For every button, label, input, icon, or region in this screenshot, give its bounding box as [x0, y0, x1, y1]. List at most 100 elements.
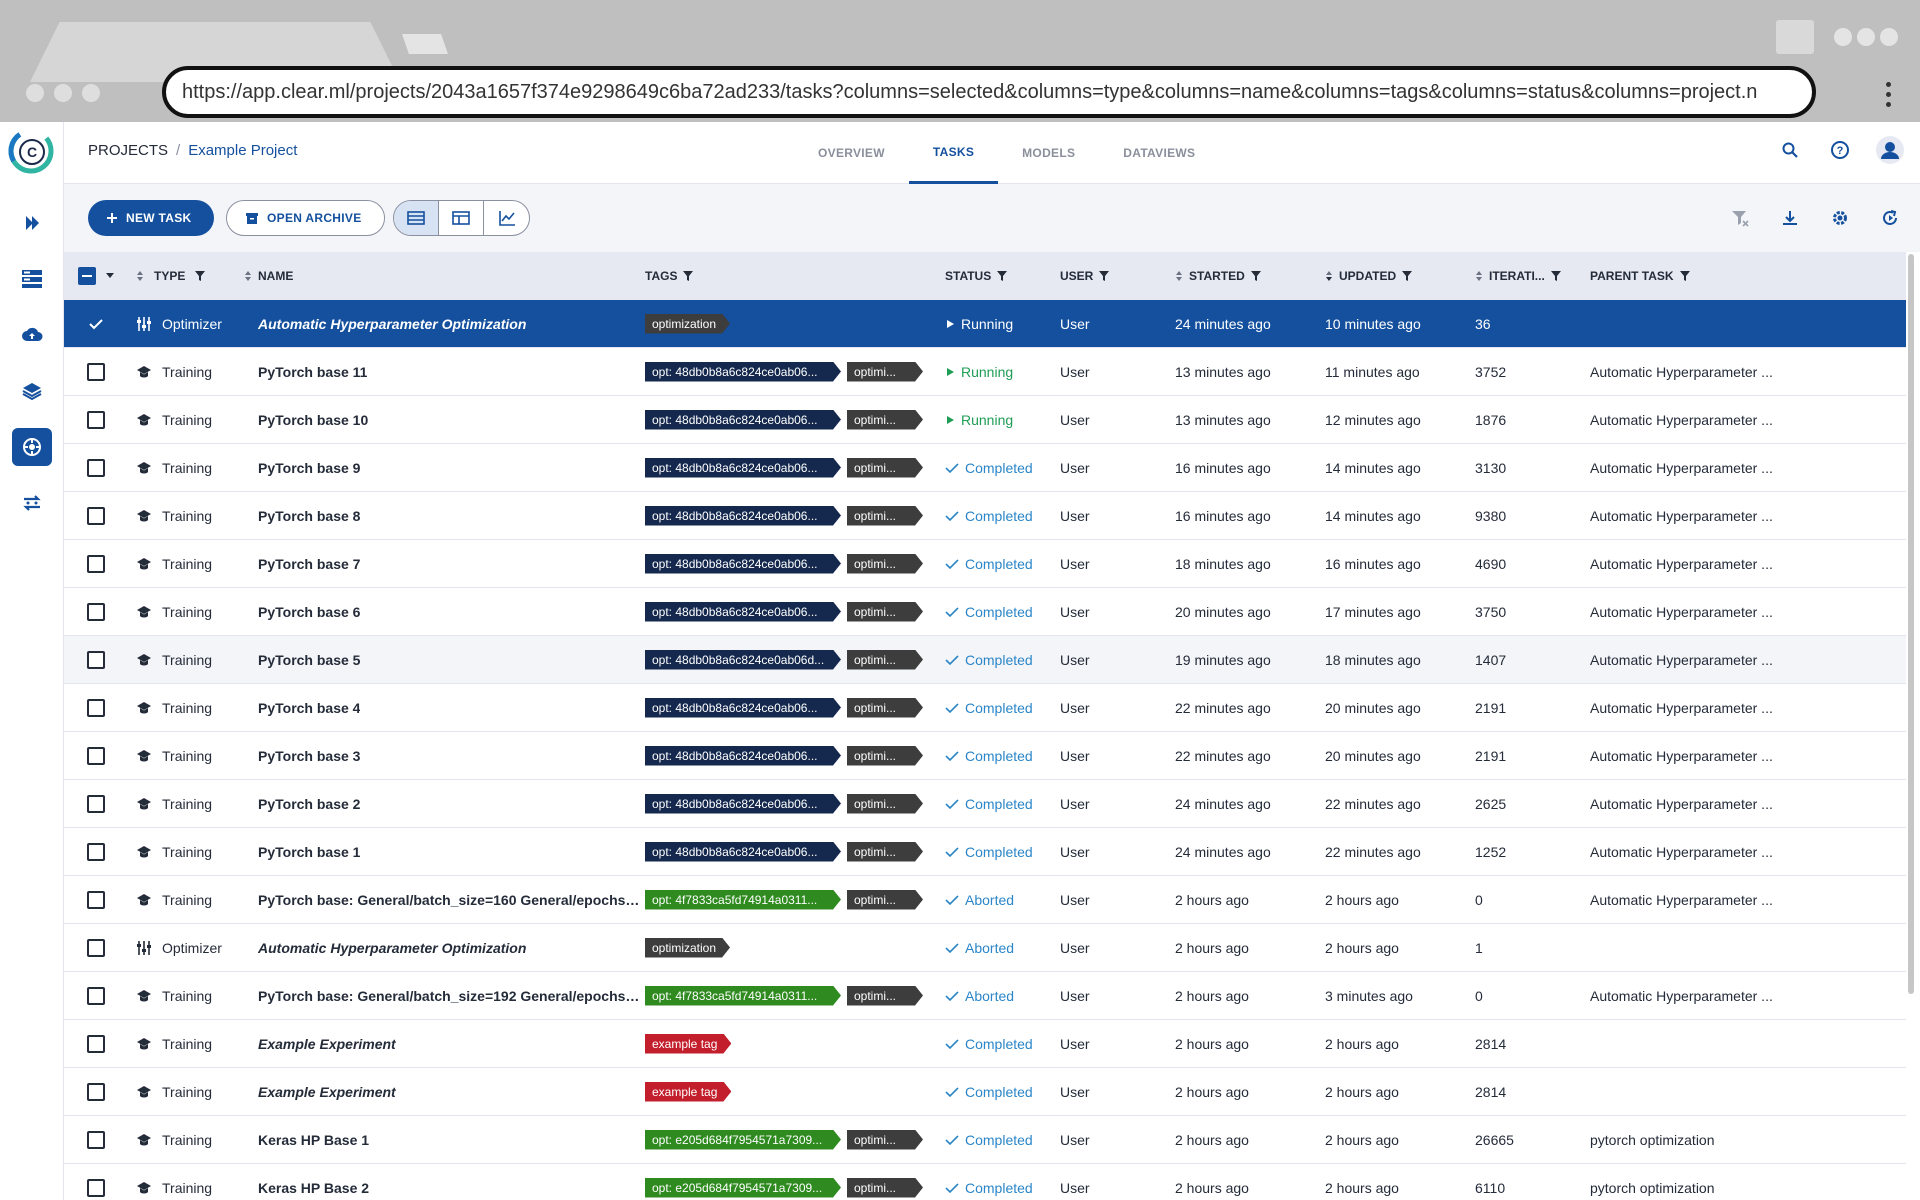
task-name[interactable]: PyTorch base: General/batch_size=192 Gen… [258, 988, 645, 1004]
tag-chip[interactable]: opt: 48db0b8a6c824ce0ab06... [645, 458, 841, 478]
table-row[interactable]: Training Example Experiment example tag Com… [64, 1068, 1906, 1116]
table-row[interactable]: Training PyTorch base 1 opt: 48db0b8a6c824… [64, 828, 1906, 876]
user-avatar-icon[interactable] [1876, 136, 1904, 164]
tag-chip[interactable]: optimi... [847, 794, 923, 814]
parent-task-label[interactable]: Automatic Hyperparameter ... [1590, 748, 1773, 764]
table-row[interactable]: Training PyTorch base 6 opt: 48db0b8a6c824… [64, 588, 1906, 636]
row-checkbox[interactable] [87, 1034, 105, 1053]
tab-models[interactable]: MODELS [998, 122, 1099, 184]
tag-chip[interactable]: opt: 4f7833ca5fd74914a0311... [645, 890, 841, 910]
download-icon[interactable] [1776, 204, 1804, 232]
name-cell[interactable]: Automatic Hyperparameter Optimization [244, 300, 645, 348]
auto-refresh-icon[interactable] [1876, 204, 1904, 232]
row-checkbox[interactable] [87, 1082, 105, 1101]
name-cell[interactable]: PyTorch base 3 [244, 732, 645, 780]
row-select-cell[interactable] [64, 972, 128, 1020]
row-select-cell[interactable] [64, 732, 128, 780]
table-row[interactable]: Training PyTorch base 2 opt: 48db0b8a6c824… [64, 780, 1906, 828]
parent-task-cell[interactable]: pytorch optimization [1590, 1116, 1850, 1164]
task-name[interactable]: Example Experiment [258, 1036, 396, 1052]
tag-chip[interactable]: optimi... [847, 890, 923, 910]
sidebar-item-layers[interactable] [12, 372, 52, 410]
name-cell[interactable]: PyTorch base 10 [244, 396, 645, 444]
tag-chip[interactable]: opt: 48db0b8a6c824ce0ab06... [645, 362, 841, 382]
row-checkbox[interactable] [87, 746, 105, 765]
tag-chip[interactable]: optimi... [847, 842, 923, 862]
parent-task-label[interactable]: Automatic Hyperparameter ... [1590, 508, 1773, 524]
parent-task-cell[interactable]: Automatic Hyperparameter ... [1590, 492, 1850, 540]
row-checkbox[interactable] [87, 602, 105, 621]
tag-chip[interactable]: optimi... [847, 410, 923, 430]
name-cell[interactable]: PyTorch base 6 [244, 588, 645, 636]
name-cell[interactable]: Keras HP Base 1 [244, 1116, 645, 1164]
name-cell[interactable]: PyTorch base 4 [244, 684, 645, 732]
parent-task-cell[interactable]: pytorch optimization [1590, 1164, 1850, 1200]
row-checkbox[interactable] [87, 506, 105, 525]
row-checkbox[interactable] [87, 1178, 105, 1197]
table-row[interactable]: Training PyTorch base: General/batch_size… [64, 876, 1906, 924]
column-header-name[interactable]: NAME [244, 252, 645, 300]
table-row[interactable]: Training PyTorch base 8 opt: 48db0b8a6c824… [64, 492, 1906, 540]
tag-chip[interactable]: opt: 48db0b8a6c824ce0ab06... [645, 794, 841, 814]
table-view-icon[interactable] [394, 201, 439, 235]
parent-task-cell[interactable]: Automatic Hyperparameter ... [1590, 876, 1850, 924]
table-row[interactable]: Training PyTorch base 4 opt: 48db0b8a6c824… [64, 684, 1906, 732]
row-select-cell[interactable] [64, 684, 128, 732]
row-select-cell[interactable] [64, 396, 128, 444]
sidebar-item-workers[interactable] [12, 484, 52, 522]
name-cell[interactable]: Keras HP Base 2 [244, 1164, 645, 1200]
table-row[interactable]: Training Keras HP Base 1 opt: e205d684f795… [64, 1116, 1906, 1164]
parent-task-label[interactable]: Automatic Hyperparameter ... [1590, 412, 1773, 428]
row-checkbox[interactable] [87, 986, 105, 1005]
column-header-user[interactable]: USER [1060, 252, 1175, 300]
row-checkbox[interactable] [87, 698, 105, 717]
tag-chip[interactable]: optimi... [847, 986, 923, 1006]
select-all-indeterminate-icon[interactable] [78, 267, 96, 285]
task-name[interactable]: Example Experiment [258, 1084, 396, 1100]
name-cell[interactable]: Automatic Hyperparameter Optimization [244, 924, 645, 972]
task-name[interactable]: PyTorch base 10 [258, 412, 368, 428]
row-checkbox[interactable] [87, 362, 105, 381]
name-cell[interactable]: PyTorch base 7 [244, 540, 645, 588]
tag-chip[interactable]: opt: 48db0b8a6c824ce0ab06... [645, 410, 841, 430]
task-name[interactable]: Keras HP Base 1 [258, 1132, 369, 1148]
table-row[interactable]: Training PyTorch base 10 opt: 48db0b8a6c82… [64, 396, 1906, 444]
select-all-checkbox[interactable] [64, 252, 128, 300]
tag-chip[interactable]: optimi... [847, 698, 923, 718]
row-select-cell[interactable] [64, 876, 128, 924]
parent-task-cell[interactable] [1590, 1020, 1850, 1068]
row-select-cell[interactable] [64, 540, 128, 588]
table-row[interactable]: Optimizer Automatic Hyperparameter Optimi… [64, 924, 1906, 972]
table-row[interactable]: Training PyTorch base: General/batch_size… [64, 972, 1906, 1020]
parent-task-cell[interactable]: Automatic Hyperparameter ... [1590, 780, 1850, 828]
parent-task-label[interactable]: Automatic Hyperparameter ... [1590, 652, 1773, 668]
parent-task-cell[interactable]: Automatic Hyperparameter ... [1590, 636, 1850, 684]
name-cell[interactable]: PyTorch base: General/batch_size=160 Gen… [244, 876, 645, 924]
name-cell[interactable]: PyTorch base: General/batch_size=192 Gen… [244, 972, 645, 1020]
task-name[interactable]: PyTorch base 4 [258, 700, 360, 716]
row-select-cell[interactable] [64, 1068, 128, 1116]
row-checkbox[interactable] [87, 410, 105, 429]
tag-chip[interactable]: opt: 48db0b8a6c824ce0ab06... [645, 506, 841, 526]
task-name[interactable]: PyTorch base 9 [258, 460, 360, 476]
sidebar-item-experiments[interactable] [12, 428, 52, 466]
table-row[interactable]: Training PyTorch base 5 opt: 48db0b8a6c824… [64, 636, 1906, 684]
row-checkbox[interactable] [87, 938, 105, 957]
tag-chip[interactable]: opt: 48db0b8a6c824ce0ab06d... [645, 650, 841, 670]
task-name[interactable]: PyTorch base 8 [258, 508, 360, 524]
task-name[interactable]: Automatic Hyperparameter Optimization [258, 316, 526, 332]
row-checkbox[interactable] [87, 794, 105, 813]
parent-task-cell[interactable]: Automatic Hyperparameter ... [1590, 396, 1850, 444]
help-icon[interactable]: ? [1826, 136, 1854, 164]
table-row[interactable]: Optimizer Automatic Hyperparameter Optimi… [64, 300, 1906, 348]
name-cell[interactable]: PyTorch base 8 [244, 492, 645, 540]
tag-chip[interactable]: optimi... [847, 554, 923, 574]
parent-task-cell[interactable] [1590, 300, 1850, 348]
sidebar-item-home[interactable] [12, 204, 52, 242]
parent-task-cell[interactable] [1590, 1068, 1850, 1116]
parent-task-label[interactable]: Automatic Hyperparameter ... [1590, 700, 1773, 716]
task-name[interactable]: PyTorch base: General/batch_size=160 Gen… [258, 892, 645, 908]
tag-chip[interactable]: opt: e205d684f7954571a7309... [645, 1130, 841, 1150]
open-archive-button[interactable]: OPEN ARCHIVE [226, 200, 385, 236]
row-select-cell[interactable] [64, 780, 128, 828]
